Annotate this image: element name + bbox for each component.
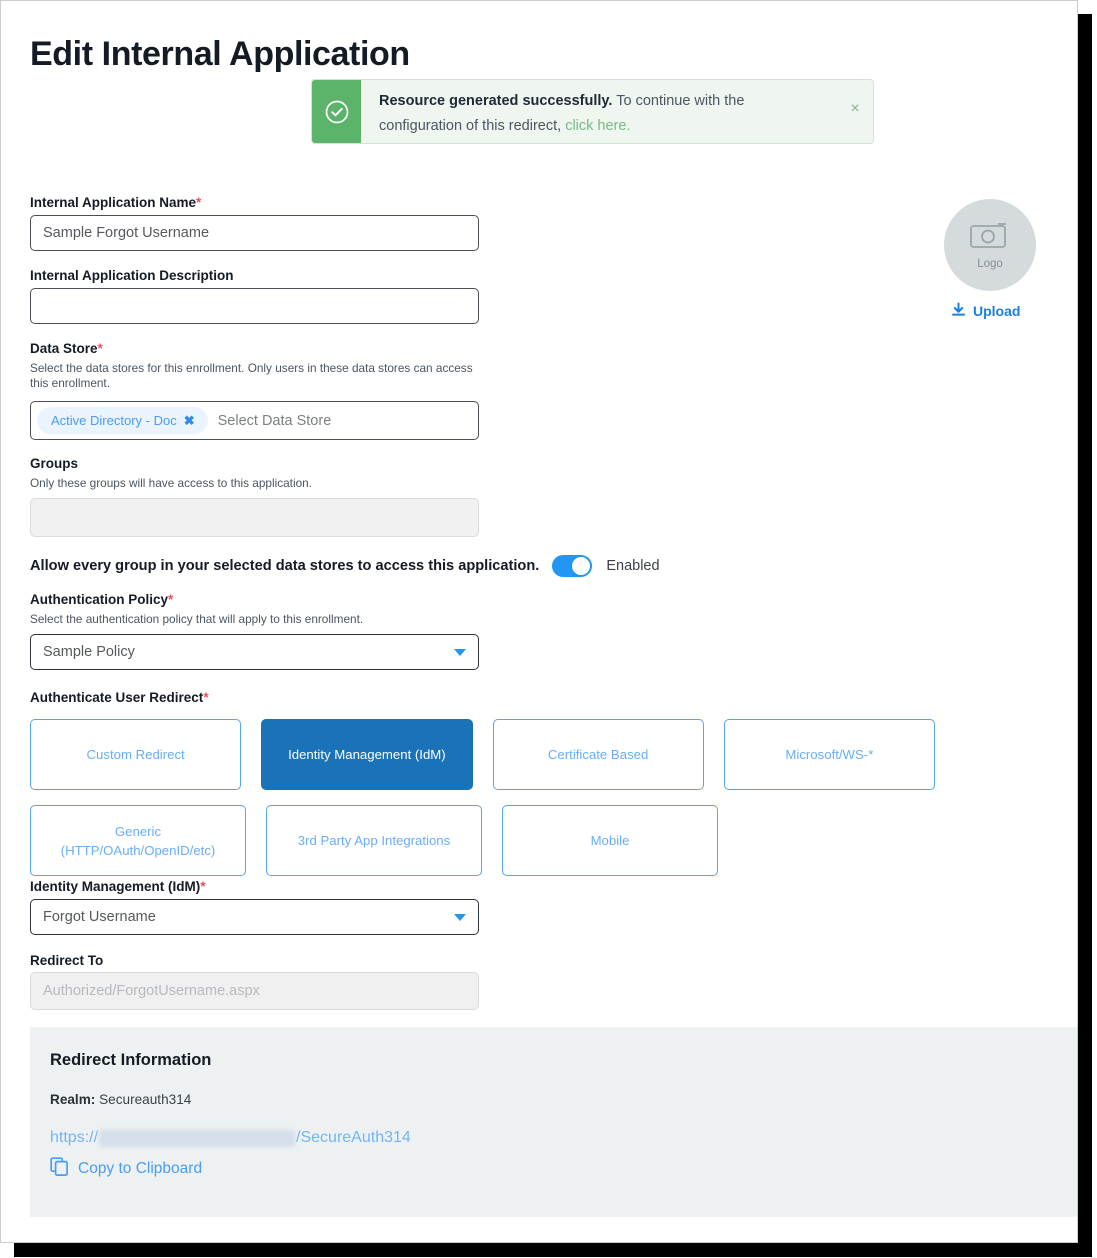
copy-to-clipboard-label: Copy to Clipboard: [78, 1160, 203, 1177]
upload-button[interactable]: Upload: [951, 302, 1020, 320]
logo-placeholder[interactable]: Logo: [944, 199, 1036, 291]
redirect-information-panel: Redirect Information Realm: Secureauth31…: [30, 1027, 1077, 1217]
tile-row: Generic (HTTP/OAuth/OpenID/etc) 3rd Part…: [30, 805, 935, 876]
required-asterisk: *: [196, 195, 202, 210]
toggle-knob: [571, 556, 592, 576]
tile-identity-management[interactable]: Identity Management (IdM): [261, 719, 473, 790]
required-asterisk: *: [200, 879, 206, 894]
allow-all-groups-row: Allow every group in your selected data …: [30, 554, 660, 578]
redirect-to-input: [30, 972, 479, 1010]
copy-icon: [50, 1157, 69, 1181]
idm-label-text: Identity Management (IdM): [30, 879, 201, 894]
redirect-to-label: Redirect To: [30, 953, 104, 968]
data-store-placeholder: Select Data Store: [217, 412, 332, 429]
alert-bold-text: Resource generated successfully.: [379, 93, 613, 109]
app-description-input[interactable]: [30, 288, 479, 324]
allow-all-groups-toggle[interactable]: [552, 555, 593, 577]
realm-label: Realm:: [50, 1092, 96, 1107]
alert-click-here-link[interactable]: click here.: [565, 118, 630, 134]
tile-certificate-based[interactable]: Certificate Based: [492, 719, 704, 790]
authenticate-user-redirect-label: Authenticate User Redirect*: [30, 690, 209, 705]
allow-all-groups-label: Allow every group in your selected data …: [30, 558, 540, 574]
tile-custom-redirect[interactable]: Custom Redirect: [30, 719, 242, 790]
tile-mobile[interactable]: Mobile: [502, 805, 718, 876]
upload-label: Upload: [973, 303, 1021, 319]
auth-policy-value: Sample Policy: [43, 644, 135, 660]
download-arrow-icon: [951, 302, 966, 320]
auth-policy-label-text: Authentication Policy: [30, 592, 169, 607]
chevron-down-icon: [454, 913, 466, 921]
authenticate-user-redirect-tiles: Custom Redirect Identity Management (IdM…: [30, 719, 935, 891]
required-asterisk: *: [168, 592, 174, 607]
app-name-label: Internal Application Name*: [30, 195, 201, 210]
chip-remove-icon[interactable]: ✖: [184, 413, 195, 429]
check-circle-icon: [312, 80, 361, 143]
tile-row: Custom Redirect Identity Management (IdM…: [30, 719, 935, 790]
groups-label: Groups: [30, 456, 79, 471]
required-asterisk: *: [203, 690, 209, 705]
data-store-label: Data Store*: [30, 341, 103, 356]
application-window: Edit Internal Application Resource gener…: [0, 0, 1078, 1243]
alert-message: Resource generated successfully. To cont…: [361, 80, 837, 143]
groups-help: Only these groups will have access to th…: [30, 476, 312, 490]
realm-row: Realm: Secureauth314: [50, 1092, 1077, 1107]
tile-generic[interactable]: Generic (HTTP/OAuth/OpenID/etc): [30, 805, 246, 876]
success-alert: Resource generated successfully. To cont…: [311, 79, 874, 144]
app-description-label: Internal Application Description: [30, 268, 234, 283]
data-store-chip-label: Active Directory - Doc: [51, 413, 177, 428]
data-store-help: Select the data stores for this enrollme…: [30, 361, 473, 390]
auth-policy-label: Authentication Policy*: [30, 592, 173, 607]
page-content: Edit Internal Application Resource gener…: [1, 1, 1077, 1242]
logo-caption: Logo: [977, 257, 1003, 270]
required-asterisk: *: [97, 341, 103, 356]
chevron-down-icon: [454, 648, 466, 656]
app-name-input[interactable]: [30, 215, 479, 251]
page-title: Edit Internal Application: [30, 35, 410, 73]
redirect-information-title: Redirect Information: [50, 1051, 212, 1069]
copy-to-clipboard-button[interactable]: Copy to Clipboard: [50, 1157, 1077, 1181]
redirect-url-prefix: https://: [50, 1129, 99, 1146]
camera-icon: [970, 221, 1010, 256]
auth-policy-help: Select the authentication policy that wi…: [30, 612, 364, 626]
realm-value: Secureauth314: [99, 1092, 192, 1107]
allow-all-groups-state: Enabled: [606, 558, 660, 574]
tile-microsoft-ws[interactable]: Microsoft/WS-*: [723, 719, 935, 790]
app-name-label-text: Internal Application Name: [30, 195, 197, 210]
auth-policy-select[interactable]: Sample Policy: [30, 634, 479, 670]
redacted-host: [99, 1129, 296, 1147]
idm-label: Identity Management (IdM)*: [30, 879, 206, 894]
data-store-chip[interactable]: Active Directory - Doc ✖: [37, 407, 208, 434]
close-icon[interactable]: ×: [837, 80, 873, 143]
data-store-label-text: Data Store: [30, 341, 98, 356]
redirect-url[interactable]: https:// /SecureAuth314: [50, 1129, 1077, 1147]
tile-3rd-party-app-integrations[interactable]: 3rd Party App Integrations: [266, 805, 482, 876]
redirect-url-suffix: /SecureAuth314: [296, 1129, 411, 1146]
idm-value: Forgot Username: [43, 909, 156, 925]
authenticate-user-redirect-label-text: Authenticate User Redirect: [30, 690, 204, 705]
data-store-multiselect[interactable]: Active Directory - Doc ✖ Select Data Sto…: [30, 401, 479, 440]
idm-select[interactable]: Forgot Username: [30, 899, 479, 935]
groups-input: [30, 498, 479, 537]
